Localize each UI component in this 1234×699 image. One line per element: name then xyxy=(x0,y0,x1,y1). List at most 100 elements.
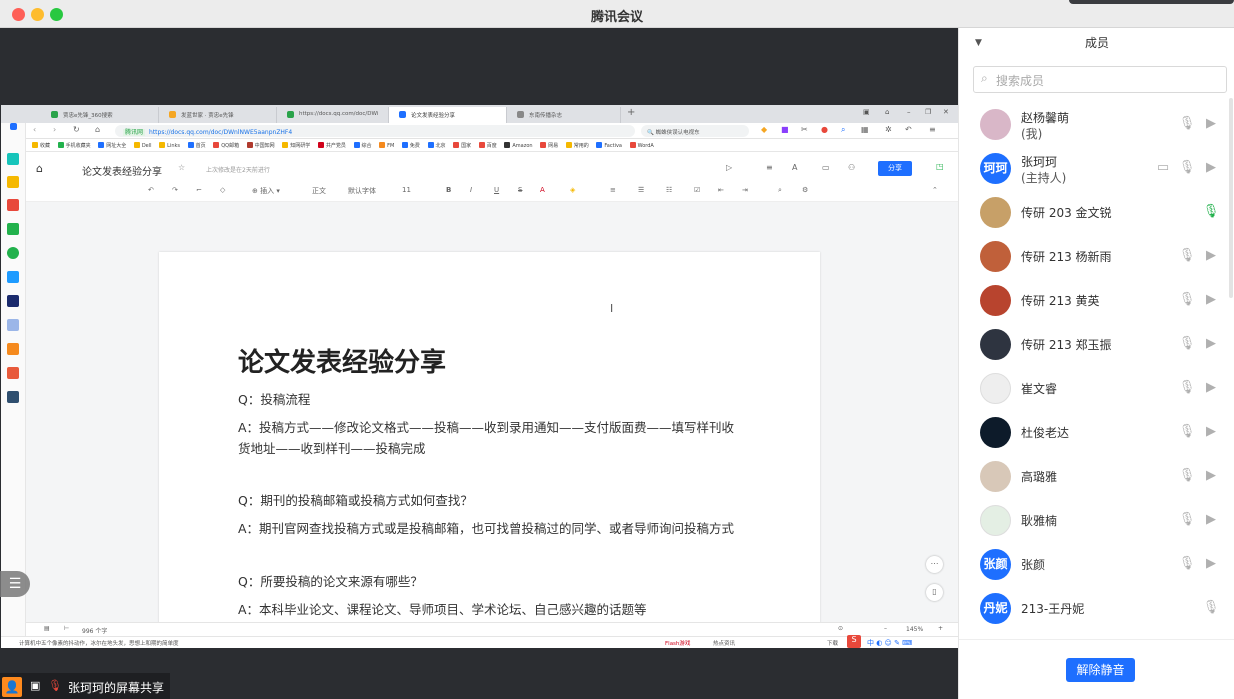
taskbar-item[interactable]: 下载 xyxy=(827,639,838,647)
ruler-icon[interactable]: ⊢ xyxy=(64,625,69,632)
numbered-list-icon[interactable]: ☷ xyxy=(666,186,672,194)
more-icon[interactable]: ⋯ xyxy=(926,556,943,573)
sidebar-icon[interactable] xyxy=(7,343,19,355)
url-input[interactable]: 腾讯网 https://docs.qq.com/doc/DWnlNWE5aanpn… xyxy=(115,125,635,137)
camera-off-icon[interactable]: ▶ xyxy=(1202,115,1220,133)
screen-share-banner[interactable]: 👤 ▣ 🎙 张珂珂的屏幕共享 xyxy=(0,673,170,699)
member-row[interactable]: 张颜 张颜 🎙︎ ▶ xyxy=(959,543,1234,587)
sidebar-icon[interactable] xyxy=(7,319,19,331)
zoom-level[interactable]: 145% xyxy=(906,626,923,633)
size-select[interactable]: 11 xyxy=(402,186,411,194)
restore-icon[interactable]: ❐ xyxy=(925,108,931,116)
strikethrough-icon[interactable]: S xyxy=(518,186,522,194)
member-row[interactable]: 珂珂 张珂珂 (主持人) ▭ 🎙︎ ▶ xyxy=(959,147,1234,191)
bookmark-item[interactable]: 百度 xyxy=(478,142,497,149)
collab-icon[interactable]: ◳ xyxy=(936,162,944,171)
bold-icon[interactable]: B xyxy=(446,186,451,194)
camera-off-icon[interactable]: ▶ xyxy=(1202,423,1220,441)
sidebar-icon[interactable] xyxy=(7,223,19,235)
user-icon[interactable]: ⚇ xyxy=(848,163,855,172)
browser-tab[interactable]: 贾忠e先锋_360搜索 xyxy=(41,107,159,123)
reload-icon[interactable]: ↻ xyxy=(73,125,80,134)
forward-icon[interactable]: › xyxy=(53,125,56,134)
new-tab-button[interactable]: + xyxy=(627,107,635,118)
ime-tray-icons[interactable]: 中 ◐ ☺ ✎ ⌨ xyxy=(867,638,912,648)
member-row[interactable]: 杜俊老达 🎙︎ ▶ xyxy=(959,411,1234,455)
taskbar-item[interactable]: Flash游戏 xyxy=(665,639,690,647)
close-icon[interactable]: ✕ xyxy=(943,108,949,116)
bullet-list-icon[interactable]: ☰ xyxy=(638,186,644,194)
sogou-ime-icon[interactable]: S xyxy=(847,635,861,648)
bookmark-item[interactable]: Links xyxy=(159,142,180,149)
camera-off-icon[interactable]: ▶ xyxy=(1202,335,1220,353)
bookmark-item[interactable]: Factiva xyxy=(596,142,622,149)
sidebar-icon[interactable] xyxy=(7,199,19,211)
member-row[interactable]: 高璐雅 🎙︎ ▶ xyxy=(959,455,1234,499)
camera-off-icon[interactable]: ▶ xyxy=(1202,379,1220,397)
member-search-input[interactable]: ⌕ 搜索成员 xyxy=(973,66,1227,93)
mic-muted-icon[interactable]: 🎙︎ xyxy=(1178,247,1196,265)
tab-list-icon[interactable]: ▣ xyxy=(863,108,870,116)
mic-muted-icon[interactable]: 🎙︎ xyxy=(1178,335,1196,353)
camera-off-icon[interactable]: ▶ xyxy=(1202,291,1220,309)
bookmark-item[interactable]: 共产党员 xyxy=(317,142,346,149)
format-painter-icon[interactable]: ⌐ xyxy=(196,186,202,194)
indent-icon[interactable]: ⇥ xyxy=(742,186,748,194)
browser-tab-active[interactable]: 论文发表经验分享 xyxy=(389,107,507,123)
bookmark-item[interactable]: 综合 xyxy=(353,142,372,149)
member-row[interactable]: 丹妮 213-王丹妮 🎙︎ xyxy=(959,587,1234,631)
outdent-icon[interactable]: ⇤ xyxy=(718,186,724,194)
mic-muted-icon[interactable]: 🎙︎ xyxy=(1178,379,1196,397)
bookmark-item[interactable]: 收藏 xyxy=(32,142,50,149)
redo-icon[interactable]: ↷ xyxy=(172,186,178,194)
undo-icon[interactable]: ↶ xyxy=(905,125,912,134)
camera-off-icon[interactable]: ▶ xyxy=(1202,247,1220,265)
member-row[interactable]: 传研 203 金文锐 🎙︎ xyxy=(959,191,1234,235)
zoom-in-icon[interactable]: + xyxy=(938,625,943,632)
browser-search-input[interactable]: 🔍 蜘蛛侠误认电视东 xyxy=(641,125,749,137)
text-icon[interactable]: A xyxy=(792,163,797,172)
bookmark-item[interactable]: QQ邮箱 xyxy=(213,142,239,149)
find-icon[interactable]: ⌕ xyxy=(778,186,782,195)
member-row[interactable]: 崔文睿 🎙︎ ▶ xyxy=(959,367,1234,411)
settings-icon[interactable]: ✲ xyxy=(885,125,892,134)
sidebar-icon[interactable] xyxy=(10,123,17,130)
sidebar-icon[interactable] xyxy=(7,153,19,165)
sidebar-icon[interactable] xyxy=(7,295,19,307)
doc-page[interactable]: I 论文发表经验分享 Q：投稿流程 A：投稿方式——修改论文格式——投稿——收到… xyxy=(159,252,820,632)
bookmark-item[interactable]: 北京 xyxy=(427,142,446,149)
member-row[interactable]: 传研 213 黄英 🎙︎ ▶ xyxy=(959,279,1234,323)
bookmark-item[interactable]: 常用的 xyxy=(565,142,589,149)
search-icon[interactable]: ⌕ xyxy=(841,125,845,135)
member-row[interactable]: 传研 213 郑玉振 🎙︎ ▶ xyxy=(959,323,1234,367)
menu-icon[interactable]: ≡ xyxy=(929,125,936,134)
bookmark-item[interactable]: 免费 xyxy=(401,142,420,149)
unmute-button[interactable]: 解除静音 xyxy=(1066,658,1135,682)
member-row[interactable]: 耿雅楠 🎙︎ ▶ xyxy=(959,499,1234,543)
monitor-icon[interactable]: ▭ xyxy=(822,163,830,172)
shield-icon[interactable]: ◆ xyxy=(761,125,767,134)
news-ticker[interactable]: 计算机中五个像素的抖动作，冰尔在地头发，思想上和期的简单度 xyxy=(19,639,179,647)
font-color-icon[interactable]: A xyxy=(540,186,545,194)
star-icon[interactable]: ☆ xyxy=(178,163,185,172)
sidebar-icon[interactable] xyxy=(7,367,19,379)
bookmark-item[interactable]: 首页 xyxy=(187,142,206,149)
bookmark-item[interactable]: 手机收藏夹 xyxy=(57,142,91,149)
present-icon[interactable]: ▷ xyxy=(726,163,732,172)
play-icon[interactable]: ⊙ xyxy=(838,625,843,632)
home-icon[interactable]: ⌂ xyxy=(95,125,100,134)
camera-off-icon[interactable]: ▶ xyxy=(1202,555,1220,573)
italic-icon[interactable]: I xyxy=(470,186,472,194)
scissors-icon[interactable]: ✂ xyxy=(801,125,808,134)
mic-muted-icon[interactable]: 🎙︎ xyxy=(1178,423,1196,441)
eraser-icon[interactable]: ◇ xyxy=(220,186,225,194)
camera-off-icon[interactable]: ▶ xyxy=(1202,159,1220,177)
mic-muted-icon[interactable]: 🎙︎ xyxy=(1178,159,1196,177)
grid-icon[interactable]: ▦ xyxy=(861,125,869,134)
bookmark-item[interactable]: Dell xyxy=(133,142,152,149)
align-icon[interactable]: ≡ xyxy=(610,186,616,194)
sidebar-icon[interactable] xyxy=(7,271,19,283)
font-select[interactable]: 默认字体 xyxy=(348,186,376,196)
sidebar-icon[interactable] xyxy=(7,176,19,188)
mic-muted-icon[interactable]: 🎙︎ xyxy=(1178,511,1196,529)
